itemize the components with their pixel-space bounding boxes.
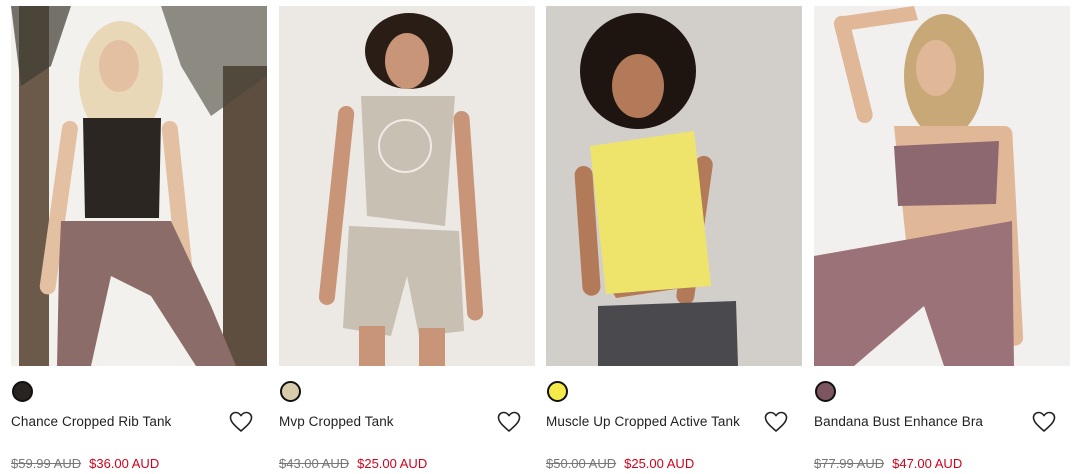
sale-price: $25.00 AUD — [357, 456, 428, 471]
original-price: $43.00 AUD — [279, 456, 350, 471]
color-swatch[interactable] — [815, 381, 836, 402]
color-swatch[interactable] — [280, 381, 301, 402]
product-prices: $50.00 AUD $25.00 AUD — [546, 456, 694, 471]
product-prices: $77.99 AUD $47.00 AUD — [814, 456, 962, 471]
product-name[interactable]: Muscle Up Cropped Active Tank — [546, 414, 740, 429]
sale-price: $25.00 AUD — [624, 456, 695, 471]
product-card[interactable]: Mvp Cropped Tank $43.00 AUD $25.00 AUD — [279, 6, 535, 471]
sale-price: $47.00 AUD — [892, 456, 963, 471]
product-prices: $59.99 AUD $36.00 AUD — [11, 456, 159, 471]
product-prices: $43.00 AUD $25.00 AUD — [279, 456, 427, 471]
product-card[interactable]: Bandana Bust Enhance Bra $77.99 AUD $47.0… — [814, 6, 1070, 471]
color-swatch[interactable] — [12, 381, 33, 402]
sale-price: $36.00 AUD — [89, 456, 160, 471]
product-image[interactable] — [11, 6, 267, 366]
product-image[interactable] — [546, 6, 802, 366]
original-price: $77.99 AUD — [814, 456, 885, 471]
product-card[interactable]: Muscle Up Cropped Active Tank $50.00 AUD… — [546, 6, 802, 471]
product-image[interactable] — [814, 6, 1070, 366]
product-name[interactable]: Bandana Bust Enhance Bra — [814, 414, 983, 429]
wishlist-heart-icon[interactable] — [1032, 411, 1056, 433]
wishlist-heart-icon[interactable] — [229, 411, 253, 433]
product-grid: Chance Cropped Rib Tank $59.99 AUD $36.00… — [0, 0, 1080, 474]
wishlist-heart-icon[interactable] — [764, 411, 788, 433]
original-price: $50.00 AUD — [546, 456, 617, 471]
original-price: $59.99 AUD — [11, 456, 82, 471]
product-name[interactable]: Chance Cropped Rib Tank — [11, 414, 171, 429]
color-swatch[interactable] — [547, 381, 568, 402]
product-image[interactable] — [279, 6, 535, 366]
product-card[interactable]: Chance Cropped Rib Tank $59.99 AUD $36.00… — [11, 6, 267, 471]
wishlist-heart-icon[interactable] — [497, 411, 521, 433]
product-name[interactable]: Mvp Cropped Tank — [279, 414, 394, 429]
